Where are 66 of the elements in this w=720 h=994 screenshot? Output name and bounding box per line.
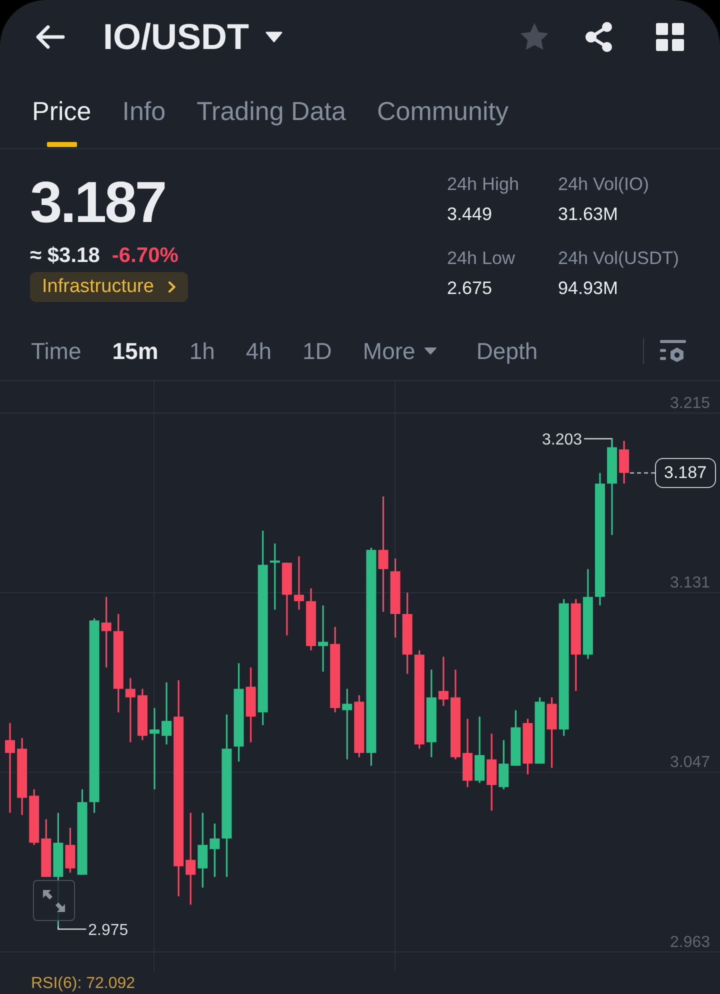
candle <box>354 695 364 758</box>
stat-value: 31.63M <box>558 203 618 225</box>
candle <box>546 697 557 768</box>
interval-tab[interactable]: Depth <box>476 336 538 364</box>
tab[interactable]: Info <box>122 74 166 148</box>
price-change: -6.70% <box>112 243 178 269</box>
candle <box>65 828 76 873</box>
interval-tab[interactable]: 15m <box>112 336 158 364</box>
candle <box>41 819 52 877</box>
last-price-tag: 3.187 <box>655 458 716 488</box>
stat-label: 24h High <box>447 173 520 195</box>
price-axis-label: 3.215 <box>670 395 710 412</box>
stat-label: 24h Vol(USDT) <box>558 247 680 269</box>
candle <box>619 440 630 484</box>
candle <box>270 543 280 610</box>
caret-icon <box>265 31 284 43</box>
interval-tab[interactable]: 1h <box>189 336 215 364</box>
last-price: 3.187 <box>30 173 166 233</box>
stat-value: 94.93M <box>558 277 618 299</box>
candle <box>462 718 472 788</box>
stat-value: 2.675 <box>447 277 492 299</box>
candle <box>522 718 533 774</box>
back-arrow-icon[interactable] <box>35 25 65 49</box>
candle <box>534 697 545 764</box>
price-line <box>630 472 655 474</box>
stat-label: 24h Vol(IO) <box>558 173 650 195</box>
chevron-icon <box>168 281 176 293</box>
interval-tab[interactable]: 4h <box>246 336 272 364</box>
category-tag[interactable]: Infrastructure <box>30 272 188 302</box>
price-axis-label: 3.131 <box>670 574 710 592</box>
tab[interactable]: Community <box>376 74 508 148</box>
candle <box>318 605 328 672</box>
candle <box>510 710 521 766</box>
candle <box>342 688 352 760</box>
candle <box>294 556 304 610</box>
price-axis-label: 2.963 <box>670 934 710 951</box>
candle <box>125 678 136 742</box>
chart-settings-icon[interactable] <box>660 340 686 362</box>
candle <box>137 688 148 740</box>
share-icon[interactable] <box>585 22 613 52</box>
tab[interactable]: Trading Data <box>196 74 346 148</box>
pair-selector[interactable]: IO/USDT <box>103 17 284 57</box>
tab[interactable]: Price <box>32 74 92 148</box>
candle <box>29 789 40 845</box>
caret-icon <box>424 346 438 354</box>
candle <box>162 682 172 744</box>
candle <box>210 824 220 877</box>
candle <box>438 656 448 706</box>
grid-icon[interactable] <box>656 23 684 51</box>
expand-icon <box>42 888 66 912</box>
high-price-label: 3.203 <box>542 432 582 449</box>
interval-tab[interactable]: 1D <box>302 336 332 364</box>
expand-button[interactable] <box>33 880 75 921</box>
candle <box>498 740 509 790</box>
fiat-price: ≈ $3.18 <box>30 243 100 269</box>
more-dropdown[interactable]: More <box>362 336 438 364</box>
low-price-label: 2.975 <box>88 922 128 940</box>
candle <box>306 588 316 650</box>
interval-tab[interactable]: Time <box>31 336 82 364</box>
star-icon[interactable] <box>519 22 550 52</box>
candle <box>474 716 485 783</box>
indicator-reading: RSI(6): 72.092 <box>30 974 136 993</box>
stat-value: 3.449 <box>447 203 492 225</box>
stat-label: 24h Low <box>447 247 516 269</box>
price-axis-label: 3.047 <box>670 754 710 772</box>
candle <box>101 596 112 668</box>
